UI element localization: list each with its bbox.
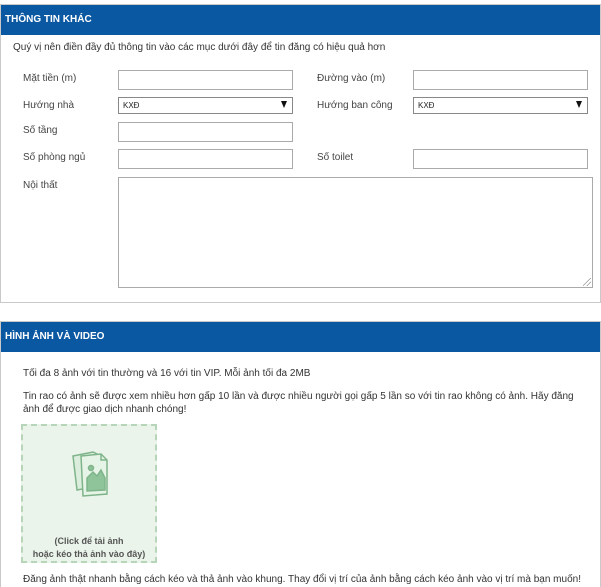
floors-input[interactable] bbox=[118, 122, 293, 142]
image-upload-dropzone[interactable]: (Click để tải ảnh hoặc kéo thả ảnh vào đ… bbox=[21, 424, 157, 563]
media-limit-note: Tối đa 8 ảnh với tin thường và 16 với ti… bbox=[23, 368, 311, 379]
media-benefit-note: Tin rao có ảnh sẽ được xem nhiều hơn gấp… bbox=[23, 391, 574, 415]
upload-line-2: hoặc kéo thả ảnh vào đây) bbox=[32, 549, 146, 559]
toilets-input[interactable] bbox=[413, 149, 588, 169]
balcony-direction-label: Hướng ban công bbox=[317, 100, 393, 111]
upload-line-1: (Click để tải ảnh bbox=[54, 536, 124, 546]
bedrooms-label: Số phòng ngủ bbox=[23, 152, 86, 163]
other-info-intro: Quý vị nên điền đầy đủ thông tin vào các… bbox=[13, 42, 386, 53]
media-heading: HÌNH ẢNH VÀ VIDEO bbox=[1, 322, 600, 352]
upload-instructions: (Click để tải ảnh hoặc kéo thả ảnh vào đ… bbox=[23, 535, 155, 561]
frontage-label: Mặt tiền (m) bbox=[23, 73, 77, 84]
road-width-input[interactable] bbox=[413, 70, 588, 90]
interior-label: Nội thất bbox=[23, 180, 58, 191]
image-files-icon bbox=[72, 451, 108, 497]
interior-textarea[interactable] bbox=[118, 177, 593, 288]
bedrooms-input[interactable] bbox=[118, 149, 293, 169]
frontage-input[interactable] bbox=[118, 70, 293, 90]
house-direction-select[interactable]: KXĐ bbox=[118, 97, 293, 114]
balcony-direction-select[interactable]: KXĐ bbox=[413, 97, 588, 114]
dropdown-arrow-icon bbox=[281, 101, 287, 108]
resize-handle-icon[interactable] bbox=[583, 278, 591, 286]
other-info-heading: THÔNG TIN KHÁC bbox=[1, 5, 600, 35]
house-direction-label: Hướng nhà bbox=[23, 100, 75, 111]
toilets-label: Số toilet bbox=[317, 152, 354, 163]
balcony-direction-value: KXĐ bbox=[418, 101, 435, 110]
road-width-label: Đường vào (m) bbox=[317, 73, 386, 84]
drag-drop-note: Đăng ảnh thật nhanh bằng cách kéo và thả… bbox=[23, 574, 581, 585]
dropdown-arrow-icon bbox=[576, 101, 582, 108]
house-direction-value: KXĐ bbox=[123, 101, 140, 110]
floors-label: Số tầng bbox=[23, 125, 58, 136]
